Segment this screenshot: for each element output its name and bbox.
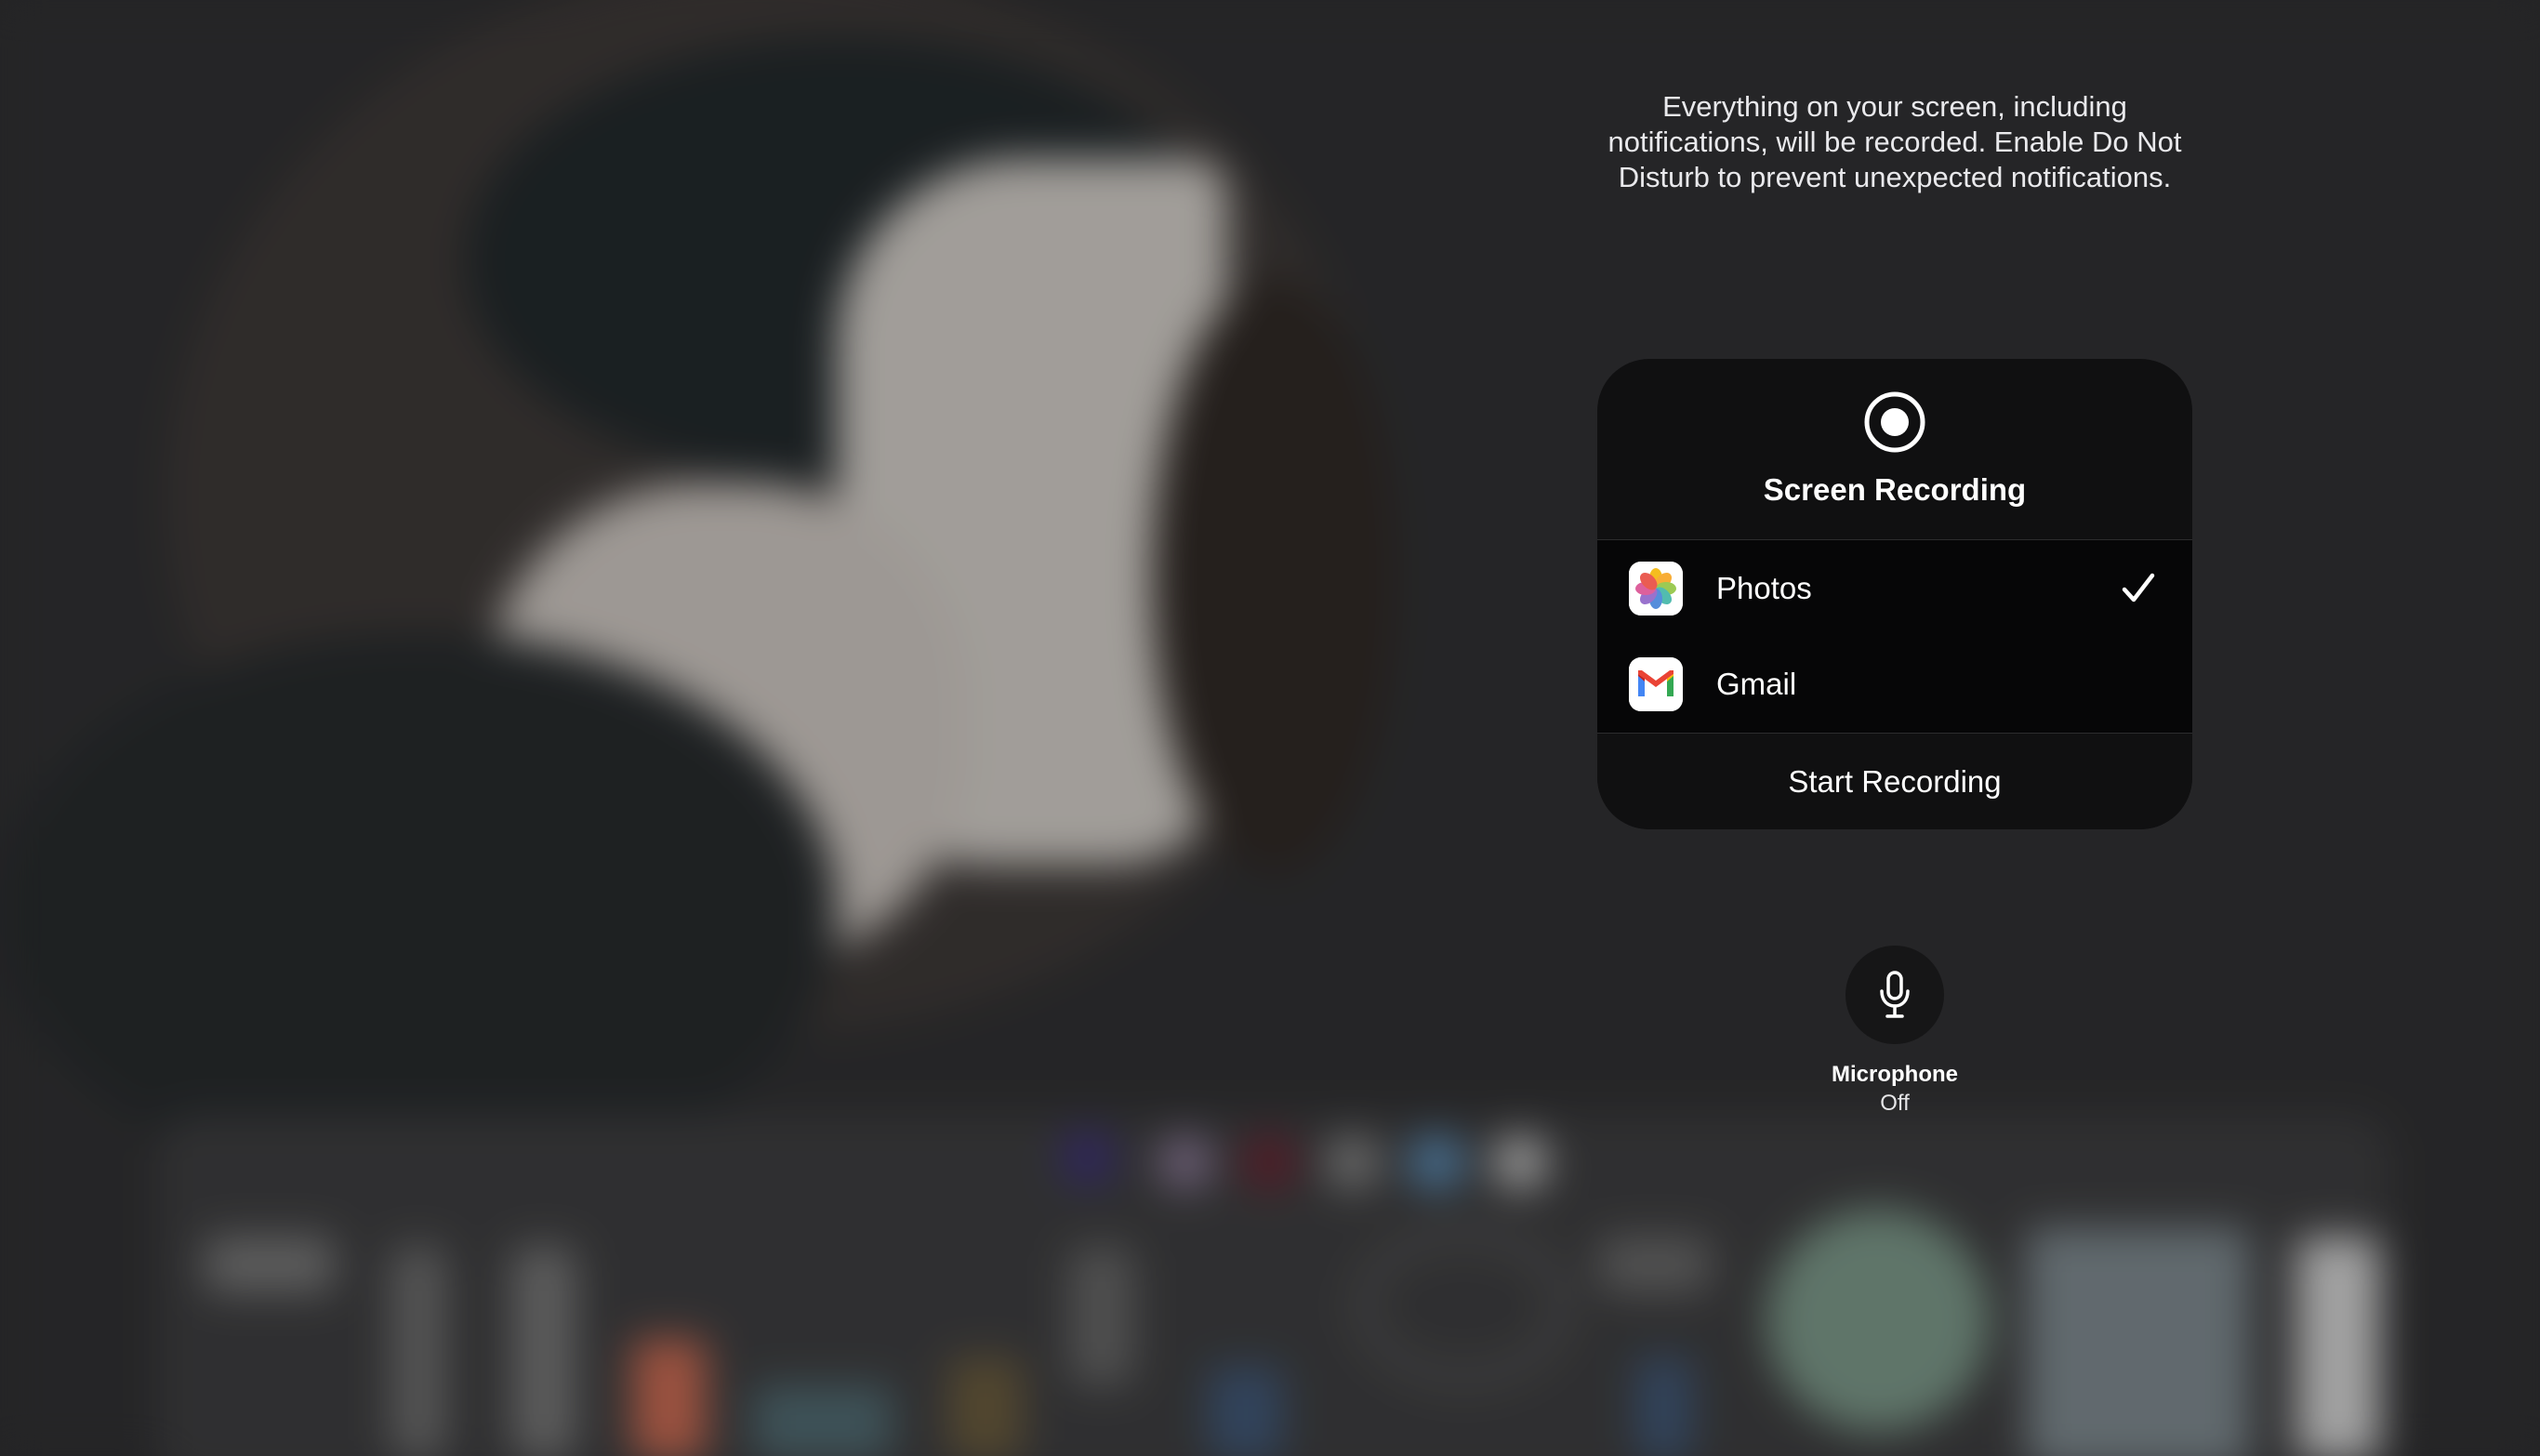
start-recording-button[interactable]: Start Recording [1597, 733, 2192, 829]
microphone-state: Off [1880, 1091, 1910, 1116]
app-row-photos[interactable]: Photos [1597, 539, 2192, 637]
panel-header: Screen Recording [1597, 359, 2192, 539]
recording-notice-text: Everything on your screen, including not… [1607, 90, 2182, 193]
microphone-icon [1880, 971, 1910, 1018]
screen-recording-panel: Screen Recording Photos Gmail Start Reco… [1597, 359, 2192, 829]
app-label-photos: Photos [1716, 571, 1812, 605]
panel-title: Screen Recording [1763, 472, 2027, 507]
photos-app-icon [1629, 562, 1683, 615]
gmail-app-icon [1629, 657, 1683, 711]
screen-recording-overlay: Everything on your screen, including not… [0, 0, 2540, 1456]
app-label-gmail: Gmail [1716, 667, 1797, 701]
microphone-toggle-button[interactable] [1845, 946, 1944, 1044]
app-row-gmail[interactable]: Gmail [1597, 636, 2192, 733]
record-icon [1864, 391, 1925, 453]
checkmark-icon [2122, 573, 2155, 602]
microphone-label: Microphone [1832, 1062, 1958, 1087]
